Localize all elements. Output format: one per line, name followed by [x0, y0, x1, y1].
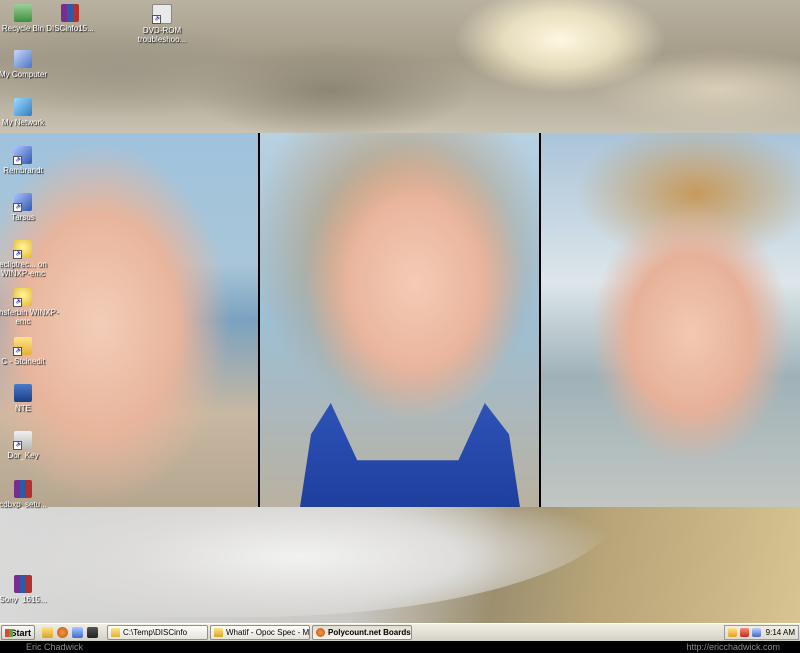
explorer-icon[interactable]	[72, 627, 83, 638]
app-shortcut-icon: ↗	[13, 146, 32, 165]
show-desktop-icon[interactable]	[87, 627, 98, 638]
winrar-archive-icon	[14, 480, 32, 498]
wallpaper-swimsuit	[300, 403, 520, 507]
task-button-temp-discinfo[interactable]: C:\Temp\DISCinfo	[107, 625, 208, 640]
tray-shield-icon[interactable]	[740, 628, 749, 637]
desktop-icon-c-stcinedit[interactable]: ↗ C - Stcinedit	[0, 337, 60, 366]
shortcut-arrow-icon: ↗	[13, 156, 22, 165]
task-button-whatif[interactable]: Whatif - Opoc Spec - Mic...	[210, 625, 310, 640]
winrar-archive-icon	[61, 4, 79, 22]
wallpaper-photo-boy	[541, 133, 800, 507]
credit-url: http://ericchadwick.com	[686, 642, 780, 652]
windows-flag-icon	[5, 629, 13, 637]
desktop-icon-rembrandt[interactable]: ↗ Rembrandt	[0, 146, 60, 175]
app-shortcut-icon: ↗	[13, 193, 32, 212]
tray-app-icon[interactable]	[728, 628, 737, 637]
lightbulb-shortcut-icon: ↗	[13, 288, 32, 307]
firefox-icon[interactable]	[57, 627, 68, 638]
wallpaper-photo-girl	[260, 133, 539, 507]
credit-author: Eric Chadwick	[26, 642, 84, 652]
firefox-icon	[316, 628, 325, 637]
recycle-bin-icon	[14, 4, 32, 22]
winrar-archive-icon	[14, 575, 32, 593]
nte-app-icon	[14, 384, 32, 402]
system-tray: 9:14 AM	[724, 625, 799, 640]
desktop-icon-sony[interactable]: Sony_1615...	[0, 575, 60, 604]
folder-shortcut-icon: ↗	[13, 337, 32, 356]
shortcut-arrow-icon: ↗	[13, 250, 22, 259]
task-button-polycount[interactable]: Polycount.net Boards: D...	[312, 625, 412, 640]
dvd-rom-shortcut-icon: ↗	[152, 4, 172, 24]
shortcut-arrow-icon: ↗	[13, 441, 22, 450]
desktop-icon-nte[interactable]: NTE	[0, 384, 60, 413]
tray-network-icon[interactable]	[752, 628, 761, 637]
tray-clock[interactable]: 9:14 AM	[766, 626, 795, 639]
desktop-icon-dor-key[interactable]: ↗ Dor_Key	[0, 431, 60, 460]
desktop-icon-tarsus[interactable]: ↗ Tarsus	[0, 193, 60, 222]
desktop-icon-cdbxp-setup[interactable]: cdbxp_setu...	[0, 480, 60, 509]
desktop-icon-dvd-rom[interactable]: ↗ DVD-ROM troubleshoo...	[125, 4, 199, 44]
ie-icon	[214, 628, 223, 637]
lightbulb-shortcut-icon: ↗	[13, 240, 32, 259]
shortcut-arrow-icon: ↗	[13, 298, 22, 307]
ie-icon[interactable]	[42, 627, 53, 638]
desktop-wallpaper	[0, 0, 800, 623]
my-computer-icon	[14, 50, 32, 68]
key-shortcut-icon: ↗	[13, 431, 32, 450]
desktop-icon-ecliptrec[interactable]: ↗ ecliptrec... on WINXP-emc	[0, 240, 60, 278]
shortcut-arrow-icon: ↗	[13, 347, 22, 356]
my-network-icon	[14, 98, 32, 116]
folder-icon	[111, 628, 120, 637]
credit-strip: Eric Chadwick http://ericchadwick.com	[0, 641, 800, 653]
desktop-icon-transferbin[interactable]: ↗ Transferbin WINXP-emc	[0, 288, 60, 326]
start-button[interactable]: Start	[1, 625, 35, 640]
shortcut-arrow-icon: ↗	[152, 15, 161, 24]
wallpaper-sky	[0, 0, 800, 133]
shortcut-arrow-icon: ↗	[13, 203, 22, 212]
taskbar: Start C:\Temp\DISCinfo Whatif - Opoc Spe…	[0, 623, 800, 641]
desktop-icon-my-network[interactable]: My Network	[0, 98, 60, 127]
desktop-icon-my-computer[interactable]: My Computer	[0, 50, 60, 79]
desktop-icon-discinfo[interactable]: DISCinfo15...	[33, 4, 107, 33]
